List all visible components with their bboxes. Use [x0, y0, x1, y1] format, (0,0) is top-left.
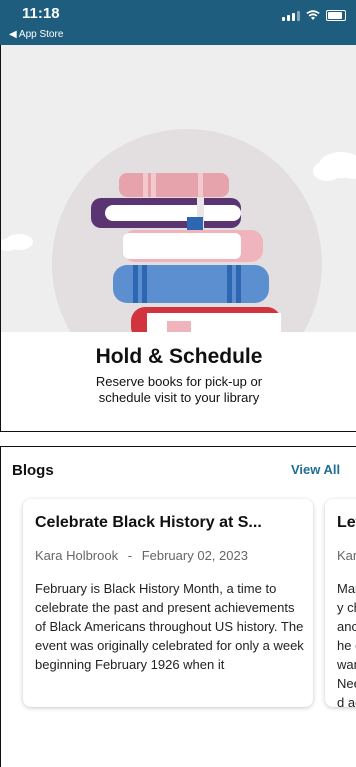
hold-schedule-title: Hold & Schedule [95, 345, 263, 368]
blog-card-author: Kara [337, 548, 356, 563]
wifi-icon [306, 10, 320, 20]
blog-card-excerpt: February is Black History Month, a time … [35, 581, 304, 672]
blog-card[interactable]: Celebrate Black History at S... Kara Hol… [23, 499, 313, 707]
status-icons [282, 10, 346, 21]
blog-card-author: Kara Holbrook [35, 548, 119, 563]
blog-card-title: Let S [337, 514, 356, 531]
blog-card-meta: Kara Holbrook - February 02, 2023 [35, 548, 248, 563]
battery-icon [326, 10, 346, 21]
blog-card-meta: Kara [337, 548, 356, 563]
blog-card-separator: - [127, 548, 133, 563]
view-all-link[interactable]: View All [291, 462, 340, 477]
books-illustration [1, 45, 356, 332]
blog-card-excerpt: Many chanc the c want Need ace y [337, 581, 356, 707]
back-to-app-store-link[interactable]: ◀ App Store [9, 29, 63, 40]
status-bar: 11:18 ◀ App Store [0, 0, 356, 45]
hold-schedule-subtitle: Reserve books for pick-up or schedule vi… [95, 374, 263, 405]
signal-icon [282, 10, 300, 21]
status-time: 11:18 [22, 5, 60, 22]
hold-schedule-card[interactable]: Hold & Schedule Reserve books for pick-u… [0, 45, 356, 432]
blog-card-title: Celebrate Black History at S... [35, 514, 262, 531]
blogs-section: Blogs View All Celebrate Black History a… [0, 446, 356, 767]
blog-card[interactable]: Let S Kara Many chanc the c want Need ac… [325, 499, 356, 707]
blog-card-date: February 02, 2023 [141, 548, 248, 563]
blogs-heading: Blogs [12, 462, 54, 479]
